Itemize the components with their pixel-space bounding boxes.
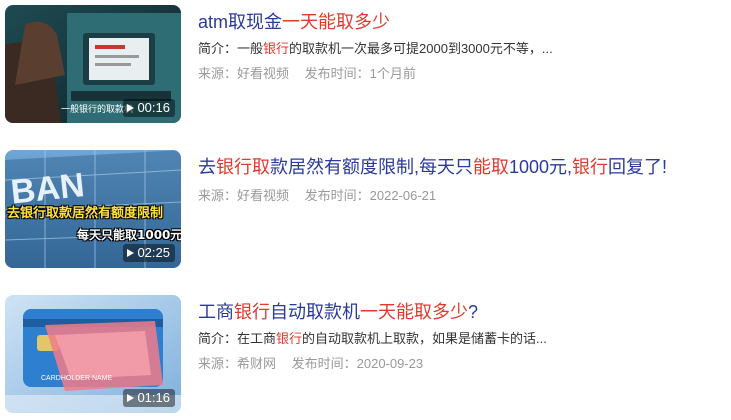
result-source: 来源：好看视频	[198, 66, 290, 81]
text-segment: 1000元,	[509, 157, 573, 177]
result-meta: 来源：好看视频 发布时间：1个月前	[198, 64, 723, 84]
text-segment: ?	[468, 302, 479, 322]
highlighted-keyword: 一天能取多少	[282, 12, 391, 32]
video-result-item: 一般银行的取款机 00:16 atm取现金一天能取多少 简介：一般银行的取款机一…	[5, 5, 725, 125]
text-segment: 工商	[198, 302, 234, 322]
highlighted-keyword: 银行	[572, 157, 609, 177]
result-meta: 来源：好看视频 发布时间：2022-06-21	[198, 186, 723, 206]
result-title-link[interactable]: 工商银行自动取款机一天能取多少?	[198, 299, 723, 326]
result-title-link[interactable]: 去银行取款居然有额度限制,每天只能取1000元,银行回复了!	[198, 154, 723, 181]
highlighted-keyword: 银行	[263, 41, 290, 56]
result-meta: 来源：希财网 发布时间：2020-09-23	[198, 354, 723, 374]
result-publish-time: 发布时间：2022-06-21	[304, 188, 437, 203]
text-segment: 去	[198, 157, 216, 177]
video-duration: 01:16	[123, 389, 175, 407]
thumbnail-caption: CARDHOLDER NAME	[41, 375, 113, 382]
result-description: 简介：在工商银行的自动取款机上取款，如果是储蓄卡的话...	[198, 329, 723, 349]
result-title-link[interactable]: atm取现金一天能取多少	[198, 9, 723, 36]
video-result-item: CARDHOLDER NAME 01:16 工商银行自动取款机一天能取多少? 简…	[5, 295, 725, 415]
highlighted-keyword: 银行取	[216, 157, 270, 177]
video-duration: 00:16	[123, 99, 175, 117]
result-content: 工商银行自动取款机一天能取多少? 简介：在工商银行的自动取款机上取款，如果是储蓄…	[198, 299, 723, 374]
text-segment: 回复了!	[608, 157, 668, 177]
duration-text: 02:25	[137, 245, 170, 260]
text-segment: 简介：一般	[198, 41, 264, 56]
highlighted-keyword: 银行	[234, 302, 270, 322]
text-segment: 自动取款机	[270, 302, 360, 322]
video-duration: 02:25	[123, 244, 175, 262]
result-publish-time: 发布时间：2020-09-23	[291, 356, 424, 371]
thumbnail-caption-2: 每天只能取1000元	[77, 228, 181, 242]
text-segment: 的自动取款机上取款，如果是储蓄卡的话...	[302, 331, 547, 346]
duration-text: 01:16	[137, 390, 170, 405]
result-source: 来源：好看视频	[198, 188, 290, 203]
text-segment: atm取现金	[198, 12, 283, 32]
highlighted-keyword: 一天能取多少	[360, 302, 468, 322]
result-description: 简介：一般银行的取款机一次最多可提2000到3000元不等，...	[198, 39, 723, 59]
play-icon	[127, 104, 135, 112]
text-segment: 的取款机一次最多可提2000到3000元不等，...	[289, 41, 553, 56]
result-content: 去银行取款居然有额度限制,每天只能取1000元,银行回复了! 来源：好看视频 发…	[198, 154, 723, 206]
text-segment: 简介：在工商	[198, 331, 277, 346]
video-thumbnail[interactable]: 一般银行的取款机 00:16	[5, 5, 181, 123]
video-result-item: BAN 去银行取款居然有额度限制 每天只能取1000元 02:25 去银行取款居…	[5, 150, 725, 270]
thumbnail-caption: 去银行取款居然有额度限制	[7, 206, 164, 221]
thumbnail-caption: 一般银行的取款机	[61, 105, 134, 115]
play-icon	[127, 249, 135, 257]
play-icon	[127, 394, 135, 402]
highlighted-keyword: 能取	[473, 157, 509, 177]
highlighted-keyword: 银行	[276, 331, 303, 346]
video-results-list: 一般银行的取款机 00:16 atm取现金一天能取多少 简介：一般银行的取款机一…	[0, 0, 731, 420]
text-segment: 款居然有额度限制,每天只	[270, 157, 473, 177]
video-thumbnail[interactable]: BAN 去银行取款居然有额度限制 每天只能取1000元 02:25	[5, 150, 181, 268]
result-source: 来源：希财网	[198, 356, 277, 371]
result-content: atm取现金一天能取多少 简介：一般银行的取款机一次最多可提2000到3000元…	[198, 9, 723, 84]
video-thumbnail[interactable]: CARDHOLDER NAME 01:16	[5, 295, 181, 413]
duration-text: 00:16	[137, 100, 170, 115]
result-publish-time: 发布时间：1个月前	[304, 66, 416, 81]
